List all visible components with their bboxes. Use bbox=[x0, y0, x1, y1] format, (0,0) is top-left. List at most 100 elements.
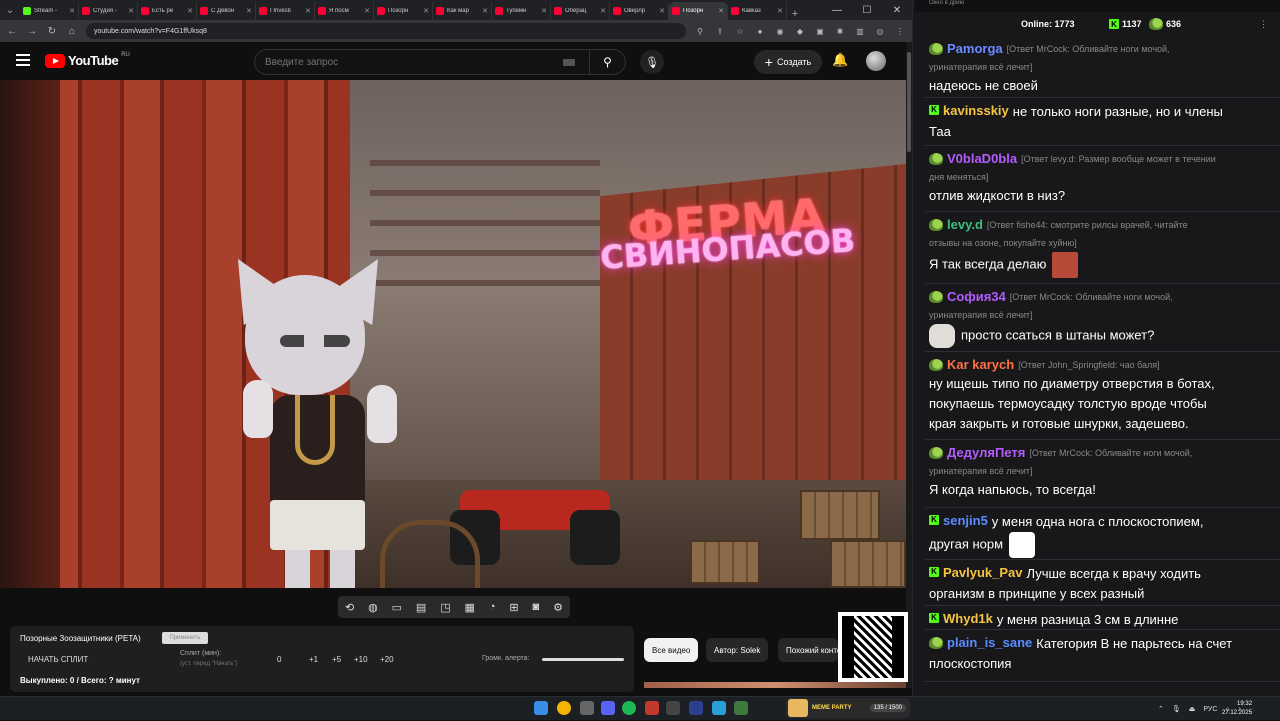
tray-usb-icon[interactable]: ⏏ bbox=[1189, 705, 1196, 713]
audio-icon[interactable]: ◍ bbox=[368, 601, 378, 614]
tab-close-icon[interactable]: ✕ bbox=[364, 7, 370, 15]
extension-icon-2[interactable]: ◉ bbox=[774, 27, 786, 36]
back-icon[interactable]: ← bbox=[6, 26, 18, 37]
extension-icon-3[interactable]: ◆ bbox=[794, 27, 806, 36]
tray-chevron-icon[interactable]: ⌃ bbox=[1158, 705, 1164, 713]
tab-close-icon[interactable]: ✕ bbox=[69, 7, 75, 15]
browser-tab[interactable]: Я посм ✕ bbox=[315, 2, 374, 20]
chat-username[interactable]: kavinsskiy bbox=[943, 102, 1009, 120]
tab-close-icon[interactable]: ✕ bbox=[718, 7, 724, 15]
media-player-icon[interactable] bbox=[689, 701, 703, 715]
forward-icon[interactable]: → bbox=[26, 26, 38, 37]
browser-tab[interactable]: Позорн ✕ bbox=[374, 2, 433, 20]
app-icon-gray[interactable] bbox=[666, 701, 680, 715]
tray-mic-icon[interactable]: 🎙 bbox=[1172, 705, 1181, 713]
split-add-5-button[interactable]: +5 bbox=[332, 655, 341, 664]
browser-tab[interactable]: Тупемн ✕ bbox=[492, 2, 551, 20]
tab-close-icon[interactable]: ✕ bbox=[659, 7, 665, 15]
app-icon-red[interactable] bbox=[645, 701, 659, 715]
start-windows-icon[interactable] bbox=[534, 701, 548, 715]
browser-tab[interactable]: Как мар ✕ bbox=[433, 2, 492, 20]
keyboard-icon[interactable] bbox=[563, 58, 575, 66]
chip-author[interactable]: Автор: Solek bbox=[706, 638, 769, 662]
close-window-icon[interactable]: ✕ bbox=[882, 5, 912, 16]
telegram-icon[interactable] bbox=[712, 701, 726, 715]
browser-tab[interactable]: Оверлр ✕ bbox=[610, 2, 669, 20]
voice-search-button[interactable]: 🎙 bbox=[640, 50, 664, 74]
sidebar-icon[interactable]: ▥ bbox=[854, 27, 866, 36]
hamburger-menu-icon[interactable] bbox=[16, 54, 30, 66]
extension-icon-4[interactable]: ▣ bbox=[814, 27, 826, 36]
discord-icon[interactable] bbox=[601, 701, 615, 715]
tab-close-icon[interactable]: ✕ bbox=[187, 7, 193, 15]
browser-tab[interactable]: I Investi ✕ bbox=[256, 2, 315, 20]
loop-icon[interactable]: ⟲ bbox=[345, 601, 354, 614]
chat-username[interactable]: Kar karych bbox=[947, 356, 1014, 374]
meme-party-widget[interactable]: MEME PARTY 135 / 1500 bbox=[786, 698, 910, 718]
extension-icon-1[interactable]: ● bbox=[754, 27, 766, 36]
browser-tab[interactable]: Студия - ✕ bbox=[79, 2, 138, 20]
reload-icon[interactable]: ↻ bbox=[46, 26, 58, 37]
chat-username[interactable]: Pavlyuk_Pav bbox=[943, 564, 1023, 582]
tab-close-icon[interactable]: ✕ bbox=[246, 7, 252, 15]
youtube-logo[interactable]: YouTube RU bbox=[45, 52, 130, 68]
chat-username[interactable]: Pamorga bbox=[947, 40, 1003, 58]
speed-icon[interactable]: ◔ bbox=[489, 601, 496, 613]
chip-similar[interactable]: Похожий контент bbox=[778, 638, 838, 662]
new-tab-button[interactable]: + bbox=[787, 8, 803, 20]
tab-close-icon[interactable]: ✕ bbox=[777, 7, 783, 15]
zoom-icon[interactable]: ⚲ bbox=[694, 27, 706, 36]
profile-icon[interactable]: ◎ bbox=[874, 27, 886, 36]
chat-menu-icon[interactable]: ⋮ bbox=[1259, 19, 1268, 30]
video-player[interactable]: ФЕРМА СВИНОПАСОВ bbox=[0, 80, 906, 588]
search-input[interactable] bbox=[255, 50, 563, 74]
spotify-icon[interactable] bbox=[622, 701, 636, 715]
screenshot-camera-icon[interactable]: ◙ bbox=[533, 601, 540, 613]
search-button[interactable]: ⚲ bbox=[589, 50, 625, 74]
recommended-thumbnail[interactable] bbox=[644, 682, 906, 688]
extensions-puzzle-icon[interactable]: ✱ bbox=[834, 27, 846, 36]
chat-username[interactable]: V0blaD0bla bbox=[947, 150, 1017, 168]
tab-close-icon[interactable]: ✕ bbox=[541, 7, 547, 15]
chat-username[interactable]: levy.d bbox=[947, 216, 983, 234]
home-icon[interactable]: ⌂ bbox=[66, 26, 78, 37]
file-explorer-icon[interactable] bbox=[580, 701, 594, 715]
minimize-icon[interactable]: — bbox=[822, 5, 852, 16]
chrome-icon[interactable] bbox=[557, 701, 571, 715]
pip-icon[interactable]: ◳ bbox=[440, 601, 450, 614]
tab-close-icon[interactable]: ✕ bbox=[423, 7, 429, 15]
share-icon[interactable]: ⇪ bbox=[714, 27, 726, 36]
bookmark-star-icon[interactable]: ☆ bbox=[734, 27, 746, 36]
tab-close-icon[interactable]: ✕ bbox=[305, 7, 311, 15]
url-field[interactable]: youtube.com/watch?v=F4G1ffUksq8 bbox=[86, 23, 686, 39]
account-avatar[interactable] bbox=[866, 51, 886, 71]
chat-username[interactable]: ДедуляПетя bbox=[947, 444, 1025, 462]
chat-username[interactable]: София34 bbox=[947, 288, 1006, 306]
browser-tab[interactable]: Есть ре ✕ bbox=[138, 2, 197, 20]
start-split-button[interactable]: НАЧАТЬ СПЛИТ bbox=[28, 655, 88, 664]
tab-close-icon[interactable]: ✕ bbox=[600, 7, 606, 15]
chat-username[interactable]: plain_is_sane bbox=[947, 634, 1032, 652]
cast-icon[interactable]: ▭ bbox=[392, 601, 402, 614]
tab-search-icon[interactable]: ⌄ bbox=[0, 0, 20, 20]
tab-close-icon[interactable]: ✕ bbox=[482, 7, 488, 15]
browser-menu-icon[interactable]: ⋮ bbox=[894, 27, 906, 36]
clock[interactable]: 19:32 27.12.2025 bbox=[1222, 700, 1252, 718]
browser-tab[interactable]: Stream - ✕ bbox=[20, 2, 79, 20]
browser-tab[interactable]: С Девон ✕ bbox=[197, 2, 256, 20]
split-add-20-button[interactable]: +20 bbox=[380, 655, 394, 664]
app-icon-green[interactable] bbox=[734, 701, 748, 715]
alert-volume-slider[interactable] bbox=[542, 658, 624, 661]
split-add-1-button[interactable]: +1 bbox=[309, 655, 318, 664]
create-button[interactable]: + Создать bbox=[754, 50, 822, 74]
settings-gear-icon[interactable]: ⚙ bbox=[553, 601, 563, 614]
browser-tab[interactable]: Кавказ ✕ bbox=[728, 2, 787, 20]
clapper-icon[interactable]: ▤ bbox=[416, 601, 426, 614]
maximize-icon[interactable]: ☐ bbox=[852, 5, 882, 16]
browser-tab[interactable]: Позорн ✕ bbox=[669, 2, 728, 20]
split-value-input[interactable]: 0 bbox=[277, 655, 281, 664]
tab-close-icon[interactable]: ✕ bbox=[128, 7, 134, 15]
film-strip-icon[interactable]: ▦ bbox=[465, 601, 475, 614]
chat-username[interactable]: Whyd1k bbox=[943, 610, 993, 628]
notifications-bell-icon[interactable]: 🔔 bbox=[832, 52, 848, 68]
